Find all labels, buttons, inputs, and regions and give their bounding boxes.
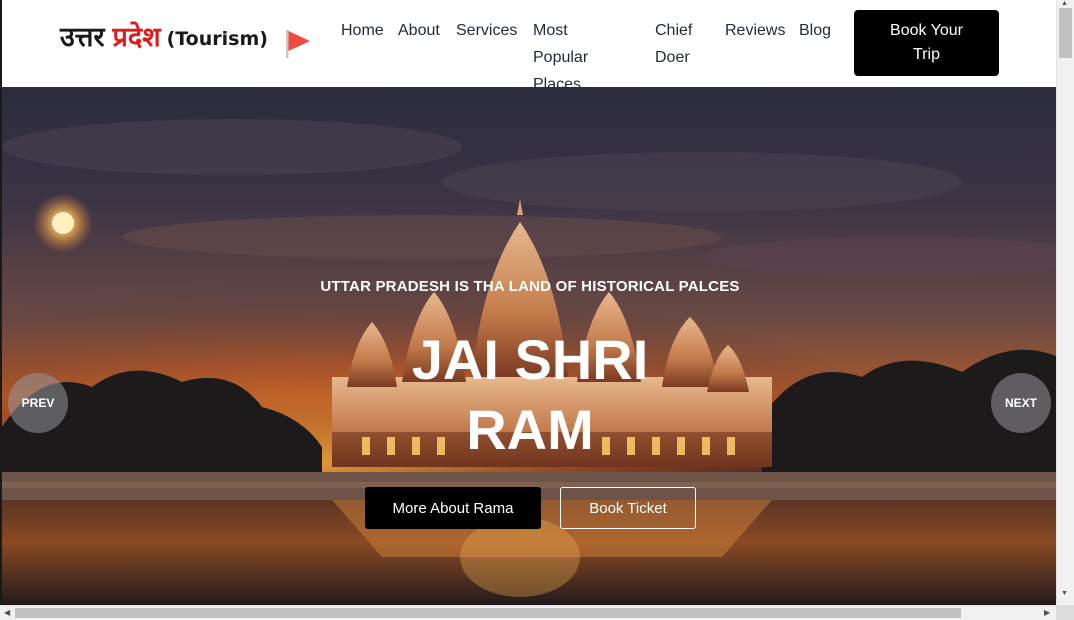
nav-reviews[interactable]: Reviews [725, 17, 785, 44]
nav-home[interactable]: Home [341, 17, 384, 44]
scrollbar-corner [1056, 605, 1074, 620]
nav-services[interactable]: Services [456, 17, 517, 44]
flag-icon [286, 30, 310, 58]
scroll-down-arrow-icon[interactable]: ▼ [1061, 590, 1068, 598]
nav-about[interactable]: About [398, 17, 440, 44]
nav-most-popular-places[interactable]: Most Popular Places [533, 17, 588, 98]
more-about-rama-button[interactable]: More About Rama [365, 487, 541, 529]
book-your-trip-button[interactable]: Book Your Trip [854, 10, 999, 76]
scroll-up-arrow-icon[interactable]: ▲ [1061, 0, 1068, 8]
logo-hindi-pradesh: प्रदेश [112, 22, 161, 53]
scroll-right-arrow-icon[interactable]: ▶ [1044, 607, 1050, 619]
logo-hindi-uttar: उत्तर [60, 22, 105, 53]
site-logo[interactable]: उत्तर प्रदेश (Tourism) [60, 24, 268, 51]
next-slide-button[interactable]: NEXT [991, 373, 1051, 433]
hero-headline: JAI SHRI RAM [411, 328, 649, 461]
prev-slide-button[interactable]: PREV [8, 373, 68, 433]
book-ticket-button[interactable]: Book Ticket [560, 487, 696, 529]
vertical-scrollbar[interactable]: ▲ ▼ [1056, 0, 1074, 605]
nav-blog[interactable]: Blog [799, 17, 831, 44]
vertical-scroll-thumb[interactable] [1059, 8, 1072, 58]
hero-slider: UTTAR PRADESH IS THA LAND OF HISTORICAL … [0, 87, 1056, 605]
logo-tourism: (Tourism) [166, 28, 268, 50]
scroll-left-arrow-icon[interactable]: ◀ [4, 607, 10, 619]
hero-subtitle: UTTAR PRADESH IS THA LAND OF HISTORICAL … [320, 278, 740, 295]
horizontal-scrollbar[interactable]: ◀ ▶ [0, 605, 1056, 620]
nav-chief-doer[interactable]: Chief Doer [655, 17, 692, 71]
horizontal-scroll-thumb[interactable] [15, 608, 961, 618]
site-header: उत्तर प्रदेश (Tourism) Home About Servic… [0, 0, 1056, 93]
